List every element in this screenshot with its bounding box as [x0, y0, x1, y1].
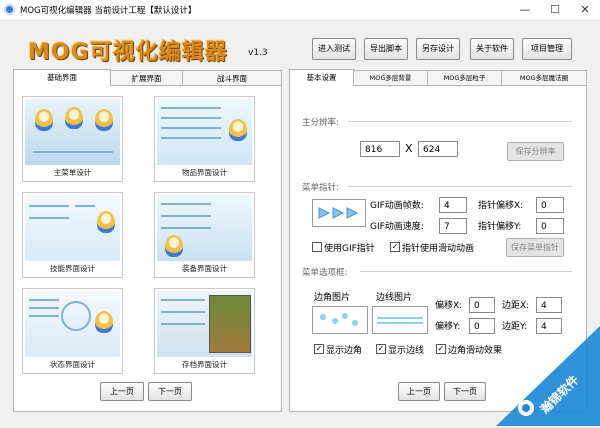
close-button[interactable]: ✕: [570, 0, 600, 20]
section-divider: [348, 186, 572, 187]
gif-speed-label: GIF动画速度:: [370, 222, 424, 232]
thumb-save-screen[interactable]: 存档界面设计: [154, 288, 255, 374]
tab-extended-ui[interactable]: 扩展界面: [110, 70, 183, 86]
watermark: 瀚锦软件: [496, 326, 600, 426]
gif-frames-input[interactable]: 4: [439, 197, 467, 213]
show-edge-checkbox[interactable]: ✓: [376, 344, 386, 354]
resolution-width-input[interactable]: 816: [360, 141, 400, 157]
save-as-button[interactable]: 另存设计: [416, 38, 460, 60]
edge-lines-icon: [377, 317, 423, 324]
thumb-label: 物品界面设计: [182, 168, 227, 177]
resolution-height-input[interactable]: 624: [418, 141, 458, 157]
left-prev-page-button[interactable]: 上一页: [100, 382, 144, 401]
item-screen-preview: [157, 99, 252, 165]
cursor-offset-x-input[interactable]: 0: [536, 197, 564, 213]
section-divider: [348, 121, 572, 122]
version-label: v1.3: [248, 48, 268, 58]
menu-frame-title: 菜单选项框:: [302, 268, 348, 278]
equip-screen-preview: [157, 195, 252, 261]
show-corner-checkbox[interactable]: ✓: [314, 344, 324, 354]
frame-offset-x-label: 偏移X:: [435, 301, 463, 311]
status-screen-preview: [25, 291, 120, 357]
corner-slide-checkbox[interactable]: ✓: [436, 344, 446, 354]
thumb-skill-screen[interactable]: 技能界面设计: [22, 192, 123, 278]
frame-spacing-x-input[interactable]: 4: [536, 297, 562, 313]
tab-mog-magic-circle[interactable]: MOG多层魔法圈: [501, 70, 587, 86]
corner-image-label: 边角图片: [314, 293, 351, 303]
cursor-offset-x-label: 指针偏移X:: [478, 201, 524, 211]
thumb-label: 技能界面设计: [50, 264, 95, 273]
use-gif-label: 使用GIF指针: [324, 244, 375, 254]
cursor-offset-y-input[interactable]: 0: [536, 218, 564, 234]
save-resolution-button[interactable]: 保存分辨率: [507, 142, 564, 161]
tab-mog-background[interactable]: MOG多层背景: [353, 70, 428, 86]
save-cursor-button[interactable]: 保存菜单指针: [506, 238, 564, 257]
edge-image-label: 边线图片: [376, 293, 413, 303]
cursor-offset-y-label: 指针偏移Y:: [478, 222, 522, 232]
resolution-title: 主分辨率:: [302, 118, 339, 128]
frame-offset-x-input[interactable]: 0: [469, 297, 495, 313]
slide-anim-checkbox[interactable]: ✓: [390, 242, 400, 252]
tab-mog-particles[interactable]: MOG多层粒子: [427, 70, 502, 86]
tab-battle-ui[interactable]: 战斗界面: [182, 70, 282, 86]
project-manage-button[interactable]: 项目管理: [522, 38, 572, 60]
edge-image-preview[interactable]: [372, 306, 428, 334]
gif-speed-input[interactable]: 7: [439, 218, 467, 234]
enter-test-button[interactable]: 进入测试: [312, 38, 356, 60]
use-gif-checkbox[interactable]: [312, 242, 322, 252]
about-button[interactable]: 关于软件: [470, 38, 514, 60]
maximize-button[interactable]: ☐: [540, 0, 570, 20]
thumb-label: 主菜单设计: [53, 168, 92, 177]
window-title: MOG可视化编辑器 当前设计工程【默认设计】: [20, 6, 197, 16]
thumb-status-screen[interactable]: 状态界面设计: [22, 288, 123, 374]
frame-offset-y-label: 偏移Y:: [435, 322, 461, 332]
title-bar: MOG可视化编辑器 当前设计工程【默认设计】 — ☐ ✕: [0, 0, 600, 21]
thumb-equip-screen[interactable]: 装备界面设计: [154, 192, 255, 278]
corner-slide-label: 边角滑动效果: [448, 346, 503, 356]
thumb-label: 装备界面设计: [182, 264, 227, 273]
right-prev-page-button[interactable]: 上一页: [398, 382, 440, 401]
skill-screen-preview: [25, 195, 120, 261]
resolution-separator: X: [405, 142, 413, 155]
left-next-page-button[interactable]: 下一页: [148, 382, 192, 401]
cursor-preview[interactable]: [312, 199, 366, 227]
save-screen-preview: [157, 291, 252, 357]
corner-dots-icon: [320, 313, 358, 326]
thumb-main-menu[interactable]: 主菜单设计: [22, 96, 123, 182]
slide-anim-label: 指针使用滑动动画: [402, 244, 475, 254]
export-script-button[interactable]: 导出脚本: [364, 38, 408, 60]
minimize-button[interactable]: —: [510, 0, 540, 20]
show-edge-label: 显示边线: [388, 346, 425, 356]
thumb-item-screen[interactable]: 物品界面设计: [154, 96, 255, 182]
app-icon: [4, 4, 15, 15]
frame-offset-y-input[interactable]: 0: [469, 318, 495, 334]
main-menu-preview: [25, 99, 120, 165]
right-next-page-button[interactable]: 下一页: [444, 382, 486, 401]
tab-basic-ui[interactable]: 基础界面: [13, 69, 111, 86]
thumb-label: 存档界面设计: [182, 360, 227, 369]
cursor-title: 菜单指针:: [302, 183, 339, 193]
show-corner-label: 显示边角: [326, 346, 363, 356]
app-logo: MOG可视化编辑器: [28, 40, 228, 65]
thumb-label: 状态界面设计: [50, 360, 95, 369]
corner-image-preview[interactable]: [312, 306, 368, 334]
frame-spacing-x-label: 边距X:: [502, 301, 530, 311]
cursor-arrows-icon: [318, 207, 359, 219]
section-divider: [360, 271, 572, 272]
tab-basic-settings[interactable]: 基本设置: [289, 69, 354, 86]
gif-frames-label: GIF动画帧数:: [370, 201, 424, 211]
